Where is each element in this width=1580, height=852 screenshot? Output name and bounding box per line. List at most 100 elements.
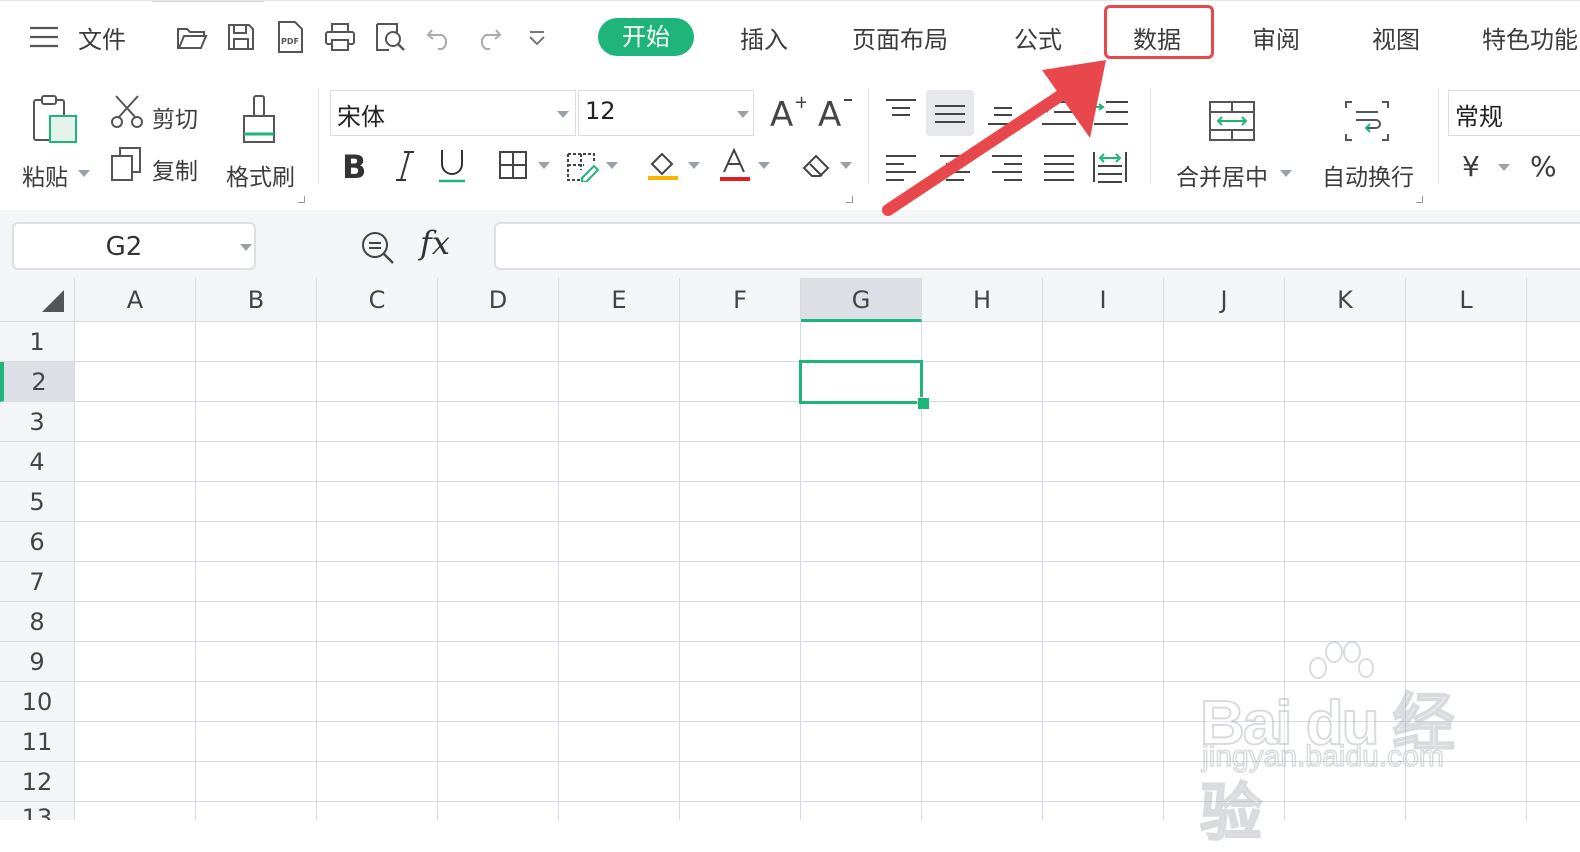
column-header-l[interactable]: L <box>1406 278 1527 322</box>
column-header-f[interactable]: F <box>680 278 801 322</box>
alignment-group-launcher[interactable] <box>1416 196 1423 203</box>
font-name-value: 宋体 <box>337 103 385 131</box>
column-header-k[interactable]: K <box>1285 278 1406 322</box>
baidu-jingyan-watermark: Bai du 经验 jingyan.baidu.com <box>1199 640 1500 849</box>
fill-color-icon[interactable] <box>646 148 680 182</box>
font-name-dropdown-icon[interactable] <box>557 111 569 118</box>
tab-view[interactable]: 视图 <box>1372 20 1420 55</box>
fill-color-dropdown-icon[interactable] <box>688 162 700 169</box>
grid-line <box>1163 322 1164 820</box>
zoom-formula-icon[interactable] <box>360 230 396 266</box>
column-header-m[interactable] <box>1527 278 1580 322</box>
fill-handle[interactable] <box>917 397 930 410</box>
print-preview-icon[interactable] <box>374 22 406 52</box>
red-arrow-annotation <box>870 40 1130 220</box>
file-menu[interactable]: 文件 <box>78 20 126 55</box>
redo-icon[interactable] <box>474 26 502 50</box>
font-name-combo[interactable]: 宋体 <box>330 90 576 136</box>
insert-function-button[interactable]: fx <box>420 224 450 262</box>
name-box-value: G2 <box>105 232 143 262</box>
copy-icon[interactable] <box>110 146 144 184</box>
underline-icon[interactable] <box>436 148 468 184</box>
font-color-icon[interactable] <box>718 148 752 182</box>
draw-borders-dropdown-icon[interactable] <box>606 162 618 169</box>
tab-insert[interactable]: 插入 <box>740 20 788 55</box>
draw-borders-icon[interactable] <box>566 150 600 182</box>
tab-home[interactable]: 开始 <box>598 18 694 56</box>
select-all-corner[interactable] <box>0 278 75 322</box>
number-format-value: 常规 <box>1455 103 1503 131</box>
customize-dropdown-icon[interactable] <box>528 30 546 46</box>
row-header-1[interactable]: 1 <box>0 322 75 362</box>
name-box-dropdown-icon[interactable] <box>240 244 252 251</box>
print-icon[interactable] <box>324 22 356 52</box>
formula-input[interactable] <box>494 222 1580 270</box>
column-header-d[interactable]: D <box>438 278 559 322</box>
row-header-10[interactable]: 10 <box>0 682 75 722</box>
percent-format-button[interactable]: % <box>1530 150 1557 183</box>
tab-special-features[interactable]: 特色功能 <box>1482 20 1578 55</box>
row-header-11[interactable]: 11 <box>0 722 75 762</box>
column-header-e[interactable]: E <box>559 278 680 322</box>
format-painter-icon[interactable] <box>240 94 280 150</box>
cut-icon[interactable] <box>110 94 144 130</box>
copy-label[interactable]: 复制 <box>152 152 198 186</box>
export-pdf-icon[interactable]: PDF <box>275 20 305 54</box>
ribbon-separator <box>1150 88 1151 184</box>
merge-center-label[interactable]: 合并居中 <box>1176 158 1268 192</box>
tab-review[interactable]: 审阅 <box>1252 20 1300 55</box>
row-header-8[interactable]: 8 <box>0 602 75 642</box>
borders-icon[interactable] <box>498 150 528 180</box>
column-header-b[interactable]: B <box>196 278 317 322</box>
row-header-5[interactable]: 5 <box>0 482 75 522</box>
font-size-dropdown-icon[interactable] <box>737 111 749 118</box>
open-folder-icon[interactable] <box>176 24 208 52</box>
font-color-dropdown-icon[interactable] <box>758 162 770 169</box>
row-header-4[interactable]: 4 <box>0 442 75 482</box>
grid-line <box>1526 322 1527 820</box>
column-header-i[interactable]: I <box>1043 278 1164 322</box>
font-group-launcher[interactable] <box>846 196 853 203</box>
number-format-combo[interactable]: 常规 <box>1448 90 1580 136</box>
increase-font-size-icon[interactable]: A + <box>770 94 806 130</box>
bold-icon[interactable]: B <box>340 148 370 184</box>
column-header-c[interactable]: C <box>317 278 438 322</box>
column-header-a[interactable]: A <box>75 278 196 322</box>
column-header-h[interactable]: H <box>922 278 1043 322</box>
watermark-url: jingyan.baidu.com <box>1201 739 1444 774</box>
wrap-text-label[interactable]: 自动换行 <box>1322 158 1414 192</box>
paste-icon[interactable] <box>30 94 80 146</box>
name-box[interactable]: G2 <box>12 222 256 270</box>
row-header-3[interactable]: 3 <box>0 402 75 442</box>
decrease-font-size-icon[interactable]: A <box>818 94 854 130</box>
selected-cell-g2[interactable] <box>799 360 923 404</box>
row-header-9[interactable]: 9 <box>0 642 75 682</box>
clear-format-dropdown-icon[interactable] <box>840 162 852 169</box>
column-header-g[interactable]: G <box>801 278 922 322</box>
font-size-combo[interactable]: 12 <box>578 90 754 136</box>
row-header-7[interactable]: 7 <box>0 562 75 602</box>
paste-label[interactable]: 粘贴 <box>22 158 68 192</box>
row-header-6[interactable]: 6 <box>0 522 75 562</box>
merge-center-dropdown-icon[interactable] <box>1280 170 1292 177</box>
borders-dropdown-icon[interactable] <box>538 162 550 169</box>
undo-icon[interactable] <box>426 26 454 50</box>
paste-dropdown-icon[interactable] <box>78 170 90 177</box>
column-header-j[interactable]: J <box>1164 278 1285 322</box>
currency-dropdown-icon[interactable] <box>1498 164 1510 171</box>
italic-icon[interactable] <box>392 148 418 184</box>
grid-line <box>75 481 1580 482</box>
cut-label[interactable]: 剪切 <box>152 100 198 134</box>
merge-center-icon[interactable] <box>1208 100 1256 142</box>
row-header-13[interactable]: 13 <box>0 802 75 820</box>
row-header-2[interactable]: 2 <box>0 362 75 402</box>
wrap-text-icon[interactable] <box>1344 100 1390 142</box>
font-size-value: 12 <box>585 97 616 125</box>
format-painter-label[interactable]: 格式刷 <box>226 158 295 192</box>
currency-format-button[interactable]: ¥ <box>1462 150 1480 183</box>
save-icon[interactable] <box>226 22 256 52</box>
row-header-12[interactable]: 12 <box>0 762 75 802</box>
hamburger-menu-icon[interactable] <box>30 26 58 48</box>
clear-format-icon[interactable] <box>800 150 834 180</box>
clipboard-group-launcher[interactable] <box>298 196 305 203</box>
